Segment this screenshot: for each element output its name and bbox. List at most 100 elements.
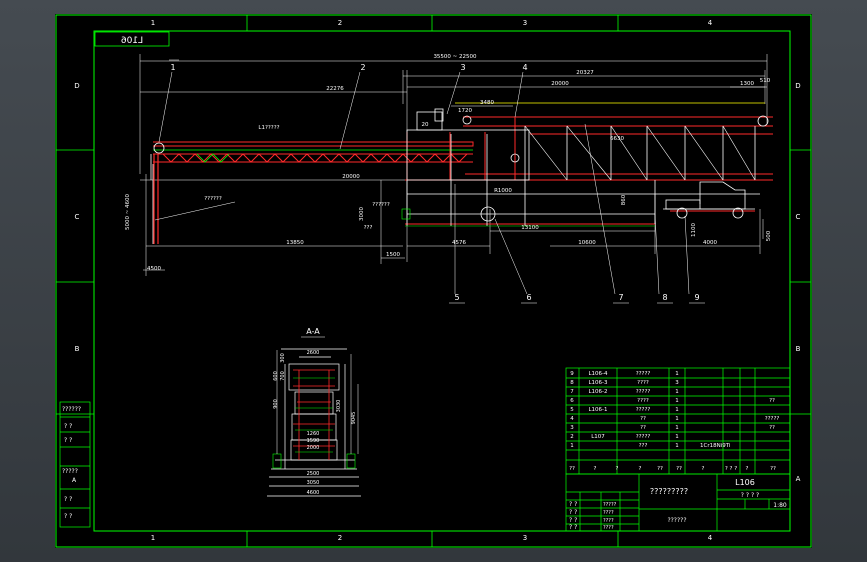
zone-right-a: A [796, 475, 801, 483]
dim-20: 20 [422, 122, 429, 128]
title-name: ????????? [650, 487, 688, 496]
tb-mid-3: ???? [603, 518, 614, 524]
bom-rows: 9 L106-4????? 18 L106-3???? 37 L106-2????? 16?… [569, 371, 779, 472]
bom-cell-code: L106-4 [588, 371, 608, 377]
dim-20000-mid: 20000 [342, 174, 360, 180]
side-label-6: ? ? [64, 496, 72, 503]
bom-cell-no: 8 [570, 380, 574, 386]
dim-10600: 10600 [578, 240, 596, 246]
dim-20000-top: 20000 [551, 81, 569, 87]
bom-cell-no: 9 [570, 371, 574, 377]
dim-20327: 20327 [576, 70, 594, 76]
side-label-4: ????? [62, 468, 78, 475]
bom-header-cell: ?? [569, 466, 575, 472]
dim-4500: 4500 [147, 266, 161, 272]
side-label-2: ? ? [64, 423, 72, 430]
note-qq: ??? [364, 225, 373, 231]
title-drawing-no: L106 [735, 478, 755, 487]
bom-cell-name: ???? [637, 398, 649, 404]
bom-cell-name: ????? [636, 407, 651, 413]
bom-cell-no: 2 [570, 434, 574, 440]
zone-bottom-4: 4 [708, 534, 713, 542]
tb-mid-1: ????? [603, 502, 617, 508]
bom-header-cell: ? [616, 466, 619, 472]
callout-2: 2 [360, 63, 365, 72]
sec-dim-4600: 4600 [307, 490, 320, 496]
dim-r1000: R1000 [494, 188, 512, 194]
bom-header-cell: ? [702, 466, 705, 472]
dim-3480: 3480 [480, 100, 494, 106]
bom-cell-code: L106-1 [588, 407, 607, 413]
callout-5: 5 [454, 293, 459, 302]
bom-cell-name: ?? [640, 416, 646, 422]
dim-4576: 4576 [452, 240, 466, 246]
dim-6630: 6630 [610, 136, 624, 142]
callout-8: 8 [662, 293, 667, 302]
bom-cell-note: 1Cr18Ni9Ti [700, 443, 731, 449]
sec-dim-300: 300 [280, 353, 286, 363]
inner-frame [93, 30, 791, 532]
bom-cell-qty: 1 [675, 398, 679, 404]
dim-left-vertical: 5000 ~ 4600 [125, 193, 131, 230]
cad-viewport[interactable]: 1 2 3 4 1 2 3 4 D C B D C B A ?????? ? ?… [0, 0, 867, 562]
dim-510: 510 [760, 78, 771, 84]
zone-right-c: C [796, 213, 801, 221]
bom-header-cell: ?? [657, 466, 663, 472]
zone-right-b: B [796, 345, 801, 353]
bom-cell-qty: 1 [675, 371, 679, 377]
bom-cell-code: L107 [591, 434, 605, 440]
sec-dim-1590: 1590 [307, 438, 320, 444]
bom-cell-qty: 1 [675, 425, 679, 431]
drawing-no-top: L106 [121, 36, 143, 46]
bom-header-cell: ? ? ? [725, 466, 737, 472]
bom-cell-code: L106-2 [588, 389, 607, 395]
zone-top-2: 2 [338, 19, 342, 27]
callout-3: 3 [460, 63, 465, 72]
zone-top-1: 1 [151, 19, 155, 27]
tb-row-4: ? ? [569, 524, 577, 531]
note-lower-left: ?????? [204, 196, 222, 202]
title-sheet-info: ? ? ? ? [741, 492, 759, 499]
zone-top-4: 4 [708, 19, 713, 27]
bom-cell-name: ?? [640, 425, 646, 431]
bom-cell-qty: 1 [675, 434, 679, 440]
sec-dim-1260: 1260 [307, 431, 320, 437]
bom-cell-qty: 3 [675, 380, 679, 386]
bom-cell-no: 3 [570, 425, 574, 431]
side-label-5: A [72, 477, 77, 484]
bom-cell-name: ????? [636, 389, 651, 395]
zone-bottom-1: 1 [151, 534, 155, 542]
bom-cell-note: ?? [769, 425, 775, 431]
dim-13850: 13850 [286, 240, 304, 246]
tb-row-2: ? ? [569, 509, 577, 516]
dim-22276: 22276 [326, 86, 344, 92]
bom-header-cell: ? [746, 466, 749, 472]
tb-row-3: ? ? [569, 517, 577, 524]
title-company: ?????? [667, 517, 686, 524]
bom-cell-no: 5 [570, 407, 574, 413]
dim-1300: 1300 [740, 81, 754, 87]
dim-500: 500 [766, 230, 772, 241]
drawing-sheet: 1 2 3 4 1 2 3 4 D C B D C B A ?????? ? ?… [55, 14, 812, 548]
bom-cell-note: ????? [765, 416, 780, 422]
bom-cell-note: ?? [769, 398, 775, 404]
bom-cell-qty: 1 [675, 416, 679, 422]
sec-dim-9045: 9045 [351, 412, 357, 425]
bom-header-cell: ? [594, 466, 597, 472]
bom-cell-no: 7 [570, 389, 574, 395]
callout-4: 4 [522, 63, 527, 72]
bom-cell-code: L106-3 [588, 380, 608, 386]
zone-left-b: B [75, 345, 80, 353]
side-label-7: ? ? [64, 513, 72, 520]
dim-4000: 4000 [703, 240, 717, 246]
side-label-1: ?????? [62, 406, 81, 413]
bom-cell-name: ????? [636, 371, 651, 377]
bom-cell-qty: 1 [675, 389, 679, 395]
sec-dim-3050: 3050 [307, 480, 320, 486]
dim-3000: 3000 [359, 207, 365, 221]
zone-bottom-3: 3 [523, 534, 527, 542]
note-l: L1????? [258, 125, 279, 131]
sec-dim-2600: 2600 [307, 350, 320, 356]
sec-dim-900: 900 [273, 399, 279, 409]
bom-header-cell: ?? [770, 466, 776, 472]
